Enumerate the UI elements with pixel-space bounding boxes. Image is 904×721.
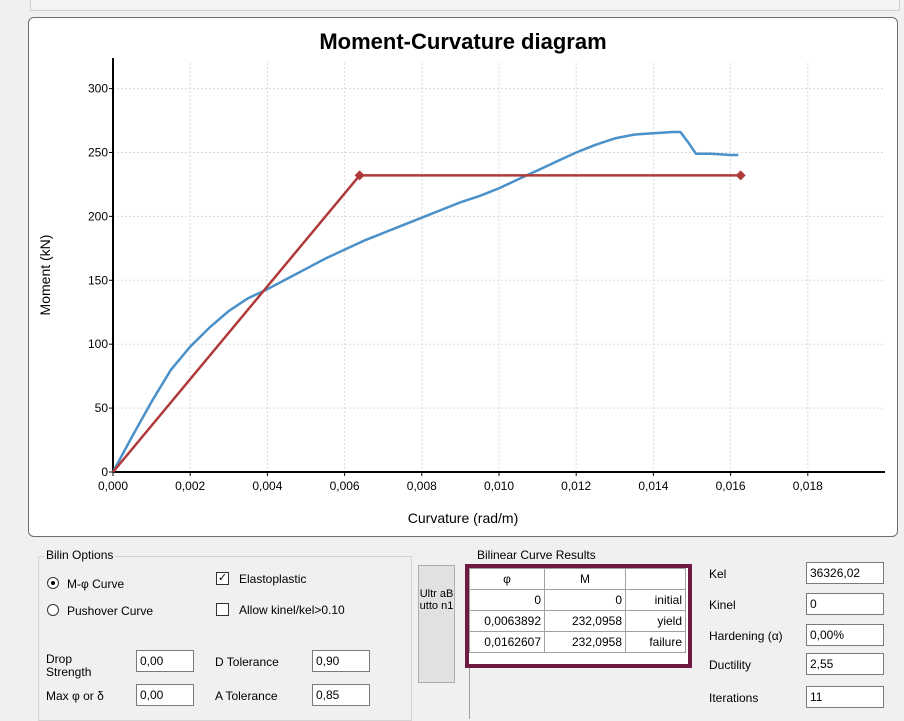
cell-phi[interactable]: 0,0063892 bbox=[469, 610, 545, 632]
allow-kinel-checkbox[interactable] bbox=[216, 603, 229, 616]
elastoplastic-checkbox[interactable]: ✓ bbox=[216, 572, 229, 585]
y-axis-label: Moment (kN) bbox=[37, 235, 53, 316]
x-tick-label: 0,000 bbox=[98, 479, 128, 493]
x-axis-label: Curvature (rad/m) bbox=[408, 510, 518, 526]
kel-field[interactable]: 36326,02 bbox=[806, 562, 884, 584]
col-phi-header: φ bbox=[469, 568, 545, 590]
x-tick-label: 0,004 bbox=[252, 479, 282, 493]
x-tick-label: 0,002 bbox=[175, 479, 205, 493]
y-tick-label: 100 bbox=[88, 337, 108, 351]
x-tick-label: 0,010 bbox=[484, 479, 514, 493]
m-phi-curve-radio[interactable] bbox=[47, 577, 59, 589]
y-tick-label: 150 bbox=[88, 273, 108, 287]
kel-label: Kel bbox=[709, 567, 727, 581]
cell-m[interactable]: 0 bbox=[544, 589, 626, 611]
d-tolerance-label: D Tolerance bbox=[215, 655, 279, 669]
kinel-label: Kinel bbox=[709, 598, 736, 612]
ductility-field[interactable]: 2,55 bbox=[806, 653, 884, 675]
d-tolerance-field[interactable]: 0,90 bbox=[312, 650, 370, 672]
cell-state[interactable]: initial bbox=[625, 589, 686, 611]
drop-strength-field[interactable]: 0,00 bbox=[136, 650, 194, 672]
hardening-field[interactable]: 0,00% bbox=[806, 624, 884, 646]
cell-phi[interactable]: 0,0162607 bbox=[469, 631, 545, 653]
results-grid: φ M 0 0 initial 0,0063892 232,0958 yield… bbox=[465, 564, 692, 668]
table-row[interactable]: 0 0 initial bbox=[469, 589, 686, 611]
x-tick-label: 0,018 bbox=[793, 479, 823, 493]
iterations-field[interactable]: 11 bbox=[806, 686, 884, 708]
ductility-label: Ductility bbox=[709, 658, 752, 672]
cell-state[interactable]: failure bbox=[625, 631, 686, 653]
x-tick-label: 0,006 bbox=[330, 479, 360, 493]
max-phi-delta-label: Max φ or δ bbox=[46, 689, 104, 703]
bilinear-line bbox=[112, 174, 741, 473]
moment-curvature-chart: 0,000 0,002 0,004 0,006 0,008 0,010 0,012 0,014… bbox=[37, 29, 885, 526]
m-phi-curve-label[interactable]: M-φ Curve bbox=[67, 577, 124, 591]
col-m-header: M bbox=[544, 568, 626, 590]
chart-title: Moment-Curvature diagram bbox=[319, 29, 606, 54]
cell-m[interactable]: 232,0958 bbox=[544, 631, 626, 653]
cell-m[interactable]: 232,0958 bbox=[544, 610, 626, 632]
moment-curvature-line bbox=[111, 130, 739, 473]
table-row[interactable]: 0,0063892 232,0958 yield bbox=[469, 610, 686, 632]
results-title: Bilinear Curve Results bbox=[477, 548, 596, 562]
hardening-label: Hardening (α) bbox=[709, 629, 783, 643]
pushover-curve-radio[interactable] bbox=[47, 604, 59, 616]
y-tick-label: 300 bbox=[88, 82, 108, 96]
drop-strength-label: Drop Strength bbox=[46, 652, 92, 679]
top-panel-edge bbox=[30, 0, 900, 11]
results-header-row: φ M bbox=[469, 568, 686, 590]
elastoplastic-label[interactable]: Elastoplastic bbox=[239, 572, 306, 586]
cell-phi[interactable]: 0 bbox=[469, 589, 545, 611]
y-tick-label: 0 bbox=[101, 465, 108, 479]
max-phi-delta-field[interactable]: 0,00 bbox=[136, 684, 194, 706]
y-tick-label: 250 bbox=[88, 145, 108, 159]
chart-panel: 0,000 0,002 0,004 0,006 0,008 0,010 0,012 0,014… bbox=[28, 17, 898, 537]
x-tick-label: 0,014 bbox=[638, 479, 668, 493]
results-divider bbox=[469, 668, 470, 719]
a-tolerance-field[interactable]: 0,85 bbox=[312, 684, 370, 706]
x-tick-label: 0,016 bbox=[716, 479, 746, 493]
ultra-button[interactable]: Ultr aB utto n1 bbox=[418, 565, 455, 683]
y-tick-label: 50 bbox=[95, 401, 109, 415]
a-tolerance-label: A Tolerance bbox=[215, 689, 278, 703]
cell-state[interactable]: yield bbox=[625, 610, 686, 632]
x-tick-label: 0,012 bbox=[561, 479, 591, 493]
allow-kinel-label[interactable]: Allow kinel/kel>0.10 bbox=[239, 603, 345, 617]
kinel-field[interactable]: 0 bbox=[806, 593, 884, 615]
pushover-curve-label[interactable]: Pushover Curve bbox=[67, 604, 153, 618]
x-tick-label: 0,008 bbox=[407, 479, 437, 493]
iterations-label: Iterations bbox=[709, 691, 759, 705]
results-table: φ M 0 0 initial 0,0063892 232,0958 yield… bbox=[469, 568, 686, 653]
col-state-header bbox=[625, 568, 686, 590]
bilin-options-title: Bilin Options bbox=[44, 548, 116, 562]
bilinear-point-marker bbox=[735, 170, 746, 181]
y-tick-label: 200 bbox=[88, 209, 108, 223]
table-row[interactable]: 0,0162607 232,0958 failure bbox=[469, 631, 686, 653]
